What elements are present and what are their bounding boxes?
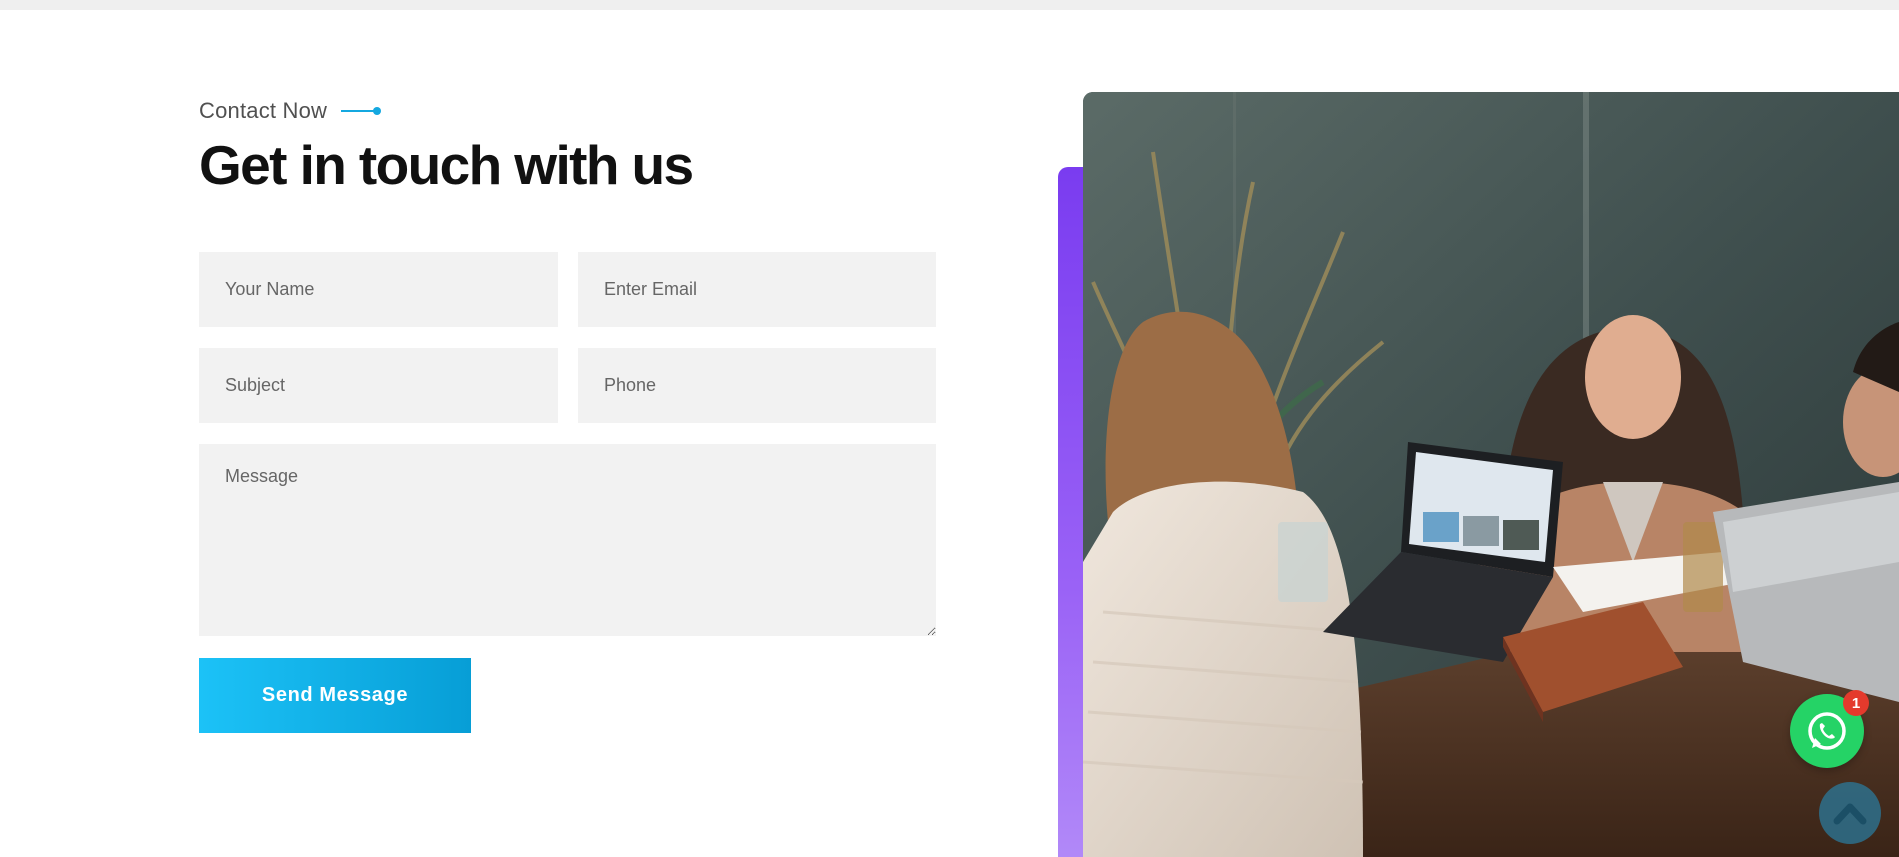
subject-input[interactable] <box>199 348 558 423</box>
back-to-top-button[interactable] <box>1819 782 1881 844</box>
team-photo-illustration <box>1083 92 1899 857</box>
team-photo <box>1083 92 1899 857</box>
name-input[interactable] <box>199 252 558 327</box>
chevron-up-icon <box>1833 803 1867 825</box>
contact-section: Contact Now Get in touch with us Send Me… <box>0 0 1899 857</box>
message-textarea[interactable] <box>199 444 936 636</box>
top-strip <box>0 0 1899 10</box>
kicker-line-decoration <box>341 107 382 115</box>
email-input[interactable] <box>578 252 936 327</box>
whatsapp-icon <box>1808 712 1846 750</box>
section-heading: Get in touch with us <box>199 134 694 196</box>
phone-input[interactable] <box>578 348 936 423</box>
section-kicker: Contact Now <box>199 96 382 126</box>
whatsapp-notification-badge: 1 <box>1843 690 1869 716</box>
send-message-button[interactable]: Send Message <box>199 658 471 733</box>
kicker-text: Contact Now <box>199 98 328 123</box>
